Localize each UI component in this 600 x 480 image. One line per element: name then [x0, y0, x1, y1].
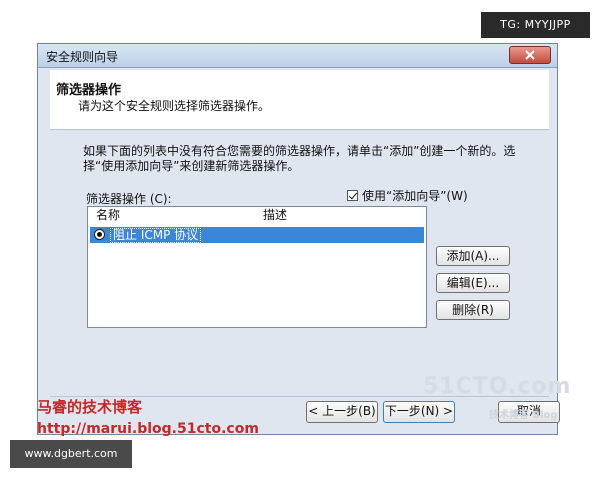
- close-button[interactable]: [509, 46, 551, 64]
- next-button[interactable]: 下一步(N) >: [383, 401, 455, 423]
- page-title: 筛选器操作: [56, 83, 122, 98]
- wizard-body: 如果下面的列表中没有符合您需要的筛选器操作，请单击“添加”创建一个新的。选择“使…: [50, 130, 549, 396]
- blog-watermark-title: 马睿的技术博客: [37, 398, 143, 416]
- filter-action-name: 阻止 ICMP 协议: [110, 228, 202, 243]
- filter-actions-label: 筛选器操作 (C):: [86, 192, 172, 206]
- window-title: 安全规则向导: [46, 50, 119, 64]
- instruction-text: 如果下面的列表中没有符合您需要的筛选器操作，请单击“添加”创建一个新的。选择“使…: [83, 144, 516, 173]
- wizard-header: 筛选器操作 请为这个安全规则选择筛选器操作。: [50, 70, 549, 130]
- radio-selected-icon[interactable]: [94, 229, 105, 240]
- list-item[interactable]: 阻止 ICMP 协议: [90, 227, 424, 243]
- tg-badge: TG: MYYJJPP: [481, 12, 590, 38]
- back-button[interactable]: < 上一步(B): [306, 401, 378, 423]
- blog-watermark-url: http://marui.blog.51cto.com: [37, 421, 259, 437]
- site-badge: www.dgbert.com: [10, 440, 132, 468]
- faint-blog-watermark: 技术博客 Blog: [489, 410, 558, 421]
- close-icon: [525, 50, 535, 60]
- use-wizard-option[interactable]: 使用“添加向导”(W): [347, 187, 468, 204]
- title-bar[interactable]: 安全规则向导: [38, 44, 557, 68]
- column-header-name[interactable]: 名称: [96, 207, 120, 224]
- use-wizard-label: 使用“添加向导”(W): [362, 189, 468, 203]
- delete-button[interactable]: 删除(R): [436, 300, 510, 320]
- filter-actions-list[interactable]: 名称 描述 阻止 ICMP 协议: [87, 206, 427, 328]
- add-button[interactable]: 添加(A)...: [436, 246, 510, 266]
- column-header-description[interactable]: 描述: [263, 207, 287, 224]
- faint-brand-watermark: 51CTO.com: [423, 374, 572, 399]
- page-subtitle: 请为这个安全规则选择筛选器操作。: [78, 99, 271, 113]
- edit-button[interactable]: 编辑(E)...: [436, 273, 510, 293]
- use-wizard-checkbox[interactable]: [347, 190, 358, 201]
